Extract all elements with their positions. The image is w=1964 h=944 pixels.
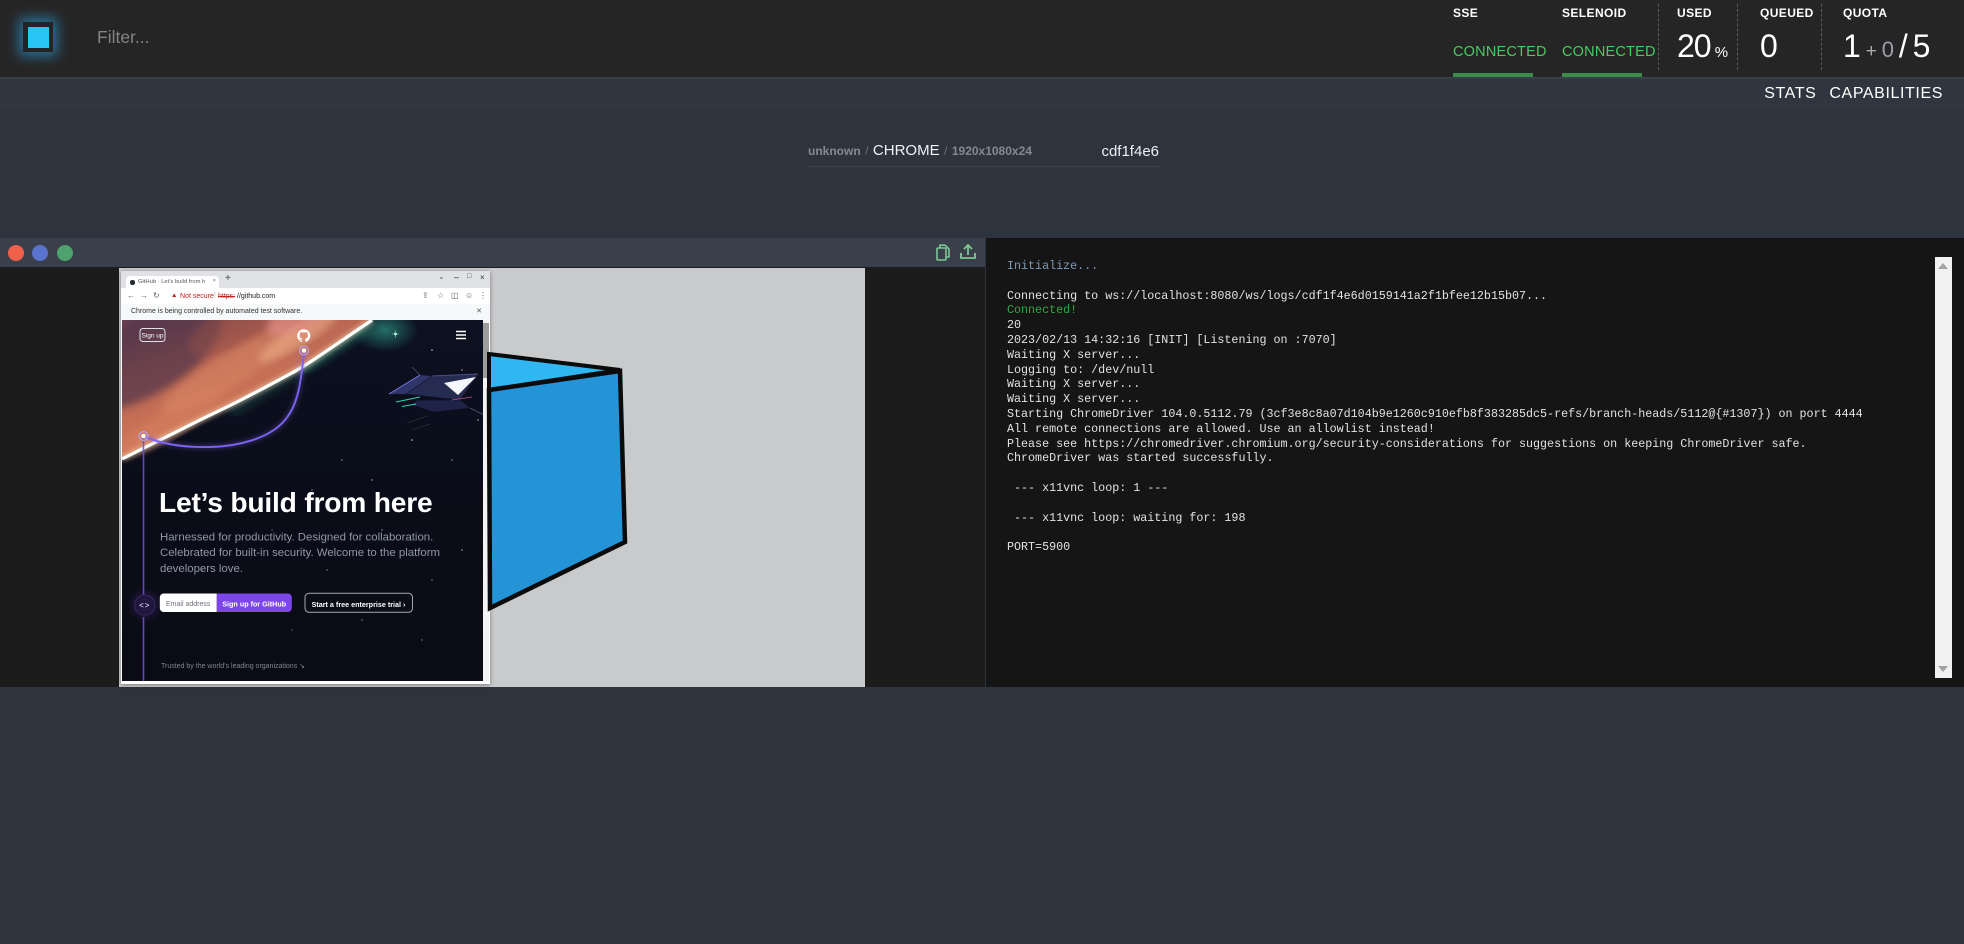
svg-text:Sign up for GitHub: Sign up for GitHub	[222, 600, 286, 609]
svg-text:Start a free enterprise trial: Start a free enterprise trial ›	[312, 600, 406, 609]
svg-text:Trusted by the world’s leading: Trusted by the world’s leading organizat…	[161, 663, 305, 670]
svg-text:Harnessed for productivity. De: Harnessed for productivity. Designed for…	[160, 532, 433, 544]
svg-text:Celebrated for built-in securi: Celebrated for built-in security. Welcom…	[160, 547, 440, 559]
svg-text:Sign up: Sign up	[141, 333, 163, 340]
svg-text:Let’s build from here: Let’s build from here	[159, 486, 433, 518]
svg-text:Email address: Email address	[166, 601, 211, 608]
svg-text:developers love.: developers love.	[160, 563, 243, 575]
svg-text:<>: <>	[139, 601, 150, 610]
